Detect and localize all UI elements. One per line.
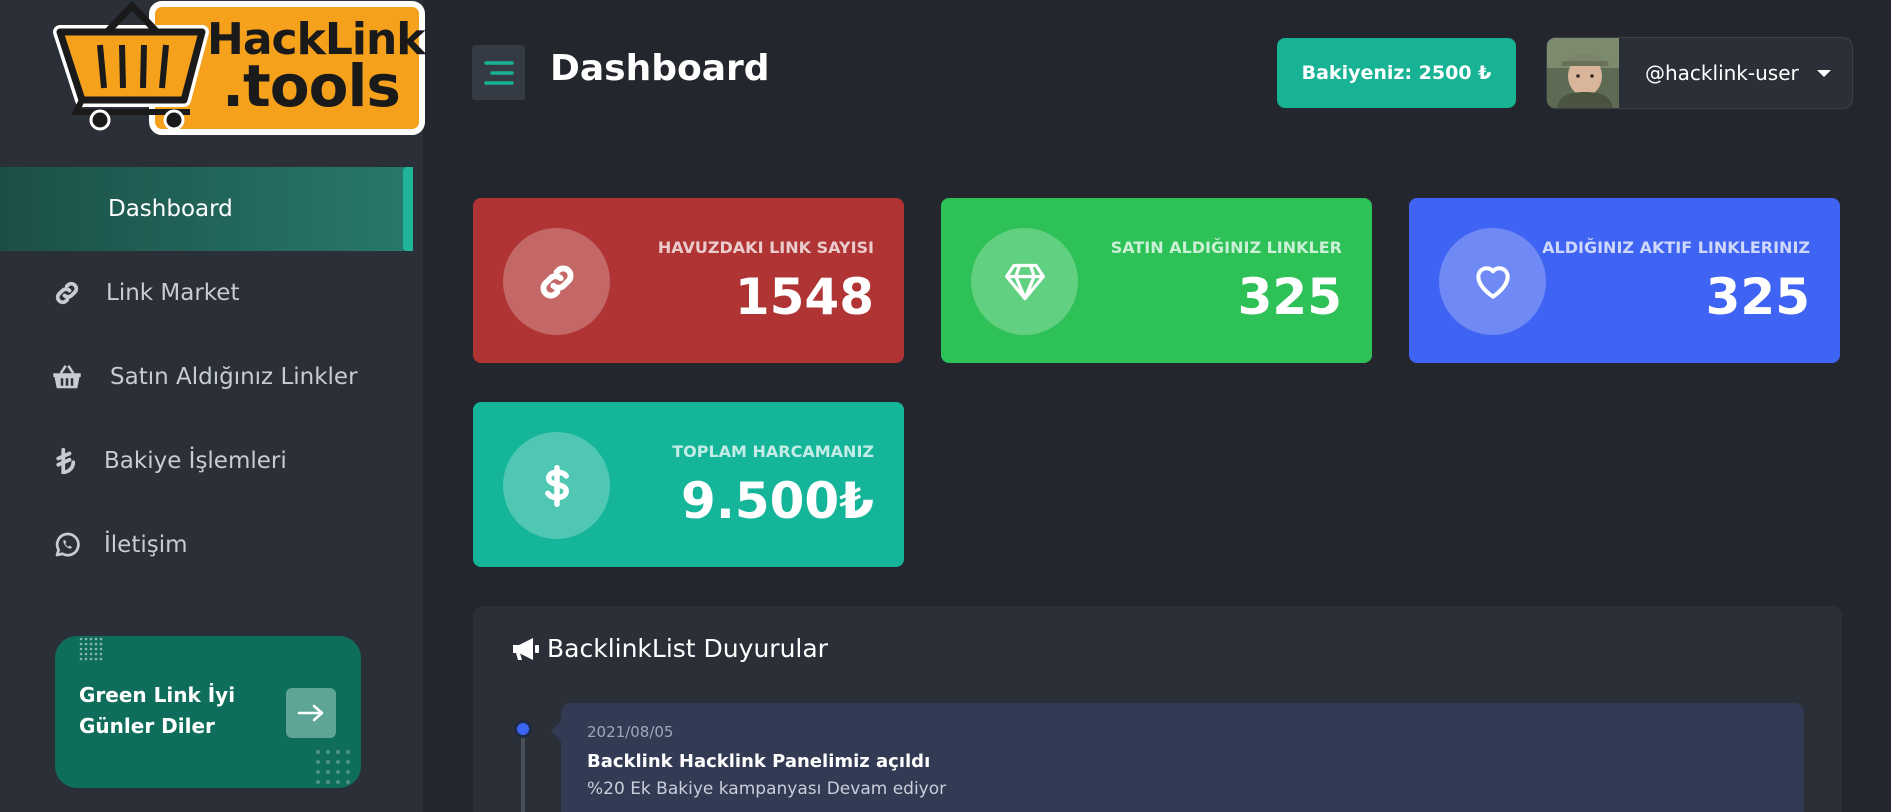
announcement-item: 2021/08/05 Backlink Hacklink Panelimiz a…: [551, 703, 1804, 812]
stat-value: 325: [1237, 268, 1342, 326]
link-icon: [503, 228, 610, 335]
stat-label: ALDIĞINIZ AKTIF LINKLERINIZ: [1542, 238, 1810, 257]
stat-card-pool-links: HAVUZDAKI LINK SAYISI 1548: [473, 198, 904, 363]
announcement-date: 2021/08/05: [587, 723, 674, 741]
sidebar-item-link-market[interactable]: Link Market: [0, 251, 423, 335]
stat-card-active-links: ALDIĞINIZ AKTIF LINKLERINIZ 325: [1409, 198, 1840, 363]
timeline-dot: [514, 720, 532, 738]
sidebar: HackLink .tools Dashboard Link Market Sa…: [0, 0, 426, 812]
announcements-panel: BacklinkList Duyurular 2021/08/05 Backli…: [473, 606, 1842, 812]
timeline-line: [521, 728, 525, 812]
dots-pattern-icon: [316, 750, 350, 784]
basket-icon: [52, 362, 82, 392]
user-menu[interactable]: @hacklink-user: [1546, 37, 1853, 109]
stat-card-purchased-links: SATIN ALDIĞINIZ LINKLER 325: [941, 198, 1372, 363]
promo-card: Green Link İyi Günler Diler: [55, 636, 361, 788]
dots-pattern-icon: [79, 637, 103, 661]
hamburger-icon: [483, 60, 514, 85]
heart-icon: [1439, 228, 1546, 335]
stat-card-total-spending: TOPLAM HARCAMANIZ 9.500₺: [473, 402, 904, 567]
menu-toggle-button[interactable]: [472, 45, 525, 100]
announcements-title-text: BacklinkList Duyurular: [547, 634, 828, 663]
announcement-title: Backlink Hacklink Panelimiz açıldı: [587, 751, 931, 772]
promo-text: Green Link İyi Günler Diler: [79, 683, 236, 738]
balance-button[interactable]: Bakiyeniz: 2500 ₺: [1277, 38, 1516, 108]
sidebar-item-label: Link Market: [106, 280, 240, 306]
stat-value: 325: [1705, 268, 1810, 326]
sidebar-item-contact[interactable]: İletişim: [0, 503, 423, 587]
sidebar-item-label: Dashboard: [108, 196, 233, 222]
sidebar-item-label: Bakiye İşlemleri: [104, 448, 287, 474]
megaphone-icon: [513, 637, 539, 660]
stat-value: 1548: [734, 268, 874, 326]
announcements-title: BacklinkList Duyurular: [511, 634, 828, 663]
stat-label: TOPLAM HARCAMANIZ: [672, 442, 874, 461]
sidebar-item-purchased-links[interactable]: Satın Aldığınız Linkler: [0, 335, 423, 419]
link-icon: [52, 278, 82, 308]
sidebar-nav: Dashboard Link Market Satın Aldığınız Li…: [0, 167, 423, 587]
sidebar-item-label: Satın Aldığınız Linkler: [110, 364, 358, 390]
brand-logo[interactable]: HackLink .tools: [52, 0, 432, 136]
stat-label: HAVUZDAKI LINK SAYISI: [657, 238, 874, 257]
avatar: [1547, 38, 1619, 108]
arrow-right-icon: [297, 704, 324, 722]
sidebar-item-balance[interactable]: Bakiye İşlemleri: [0, 419, 423, 503]
dollar-icon: [503, 432, 610, 539]
lira-icon: [52, 446, 82, 476]
sidebar-item-label: İletişim: [104, 532, 188, 558]
stat-label: SATIN ALDIĞINIZ LINKLER: [1110, 238, 1342, 257]
announcement-body: %20 Ek Bakiye kampanyası Devam ediyor: [587, 779, 947, 799]
username: @hacklink-user: [1645, 61, 1799, 85]
whatsapp-icon: [52, 530, 82, 560]
sidebar-item-dashboard[interactable]: Dashboard: [0, 167, 413, 251]
page-title: Dashboard: [550, 48, 770, 89]
logo-text-line2: .tools: [222, 52, 401, 120]
chevron-down-icon: [1816, 69, 1831, 77]
diamond-icon: [971, 228, 1078, 335]
promo-arrow-button[interactable]: [286, 688, 336, 738]
stat-value: 9.500₺: [681, 472, 874, 530]
